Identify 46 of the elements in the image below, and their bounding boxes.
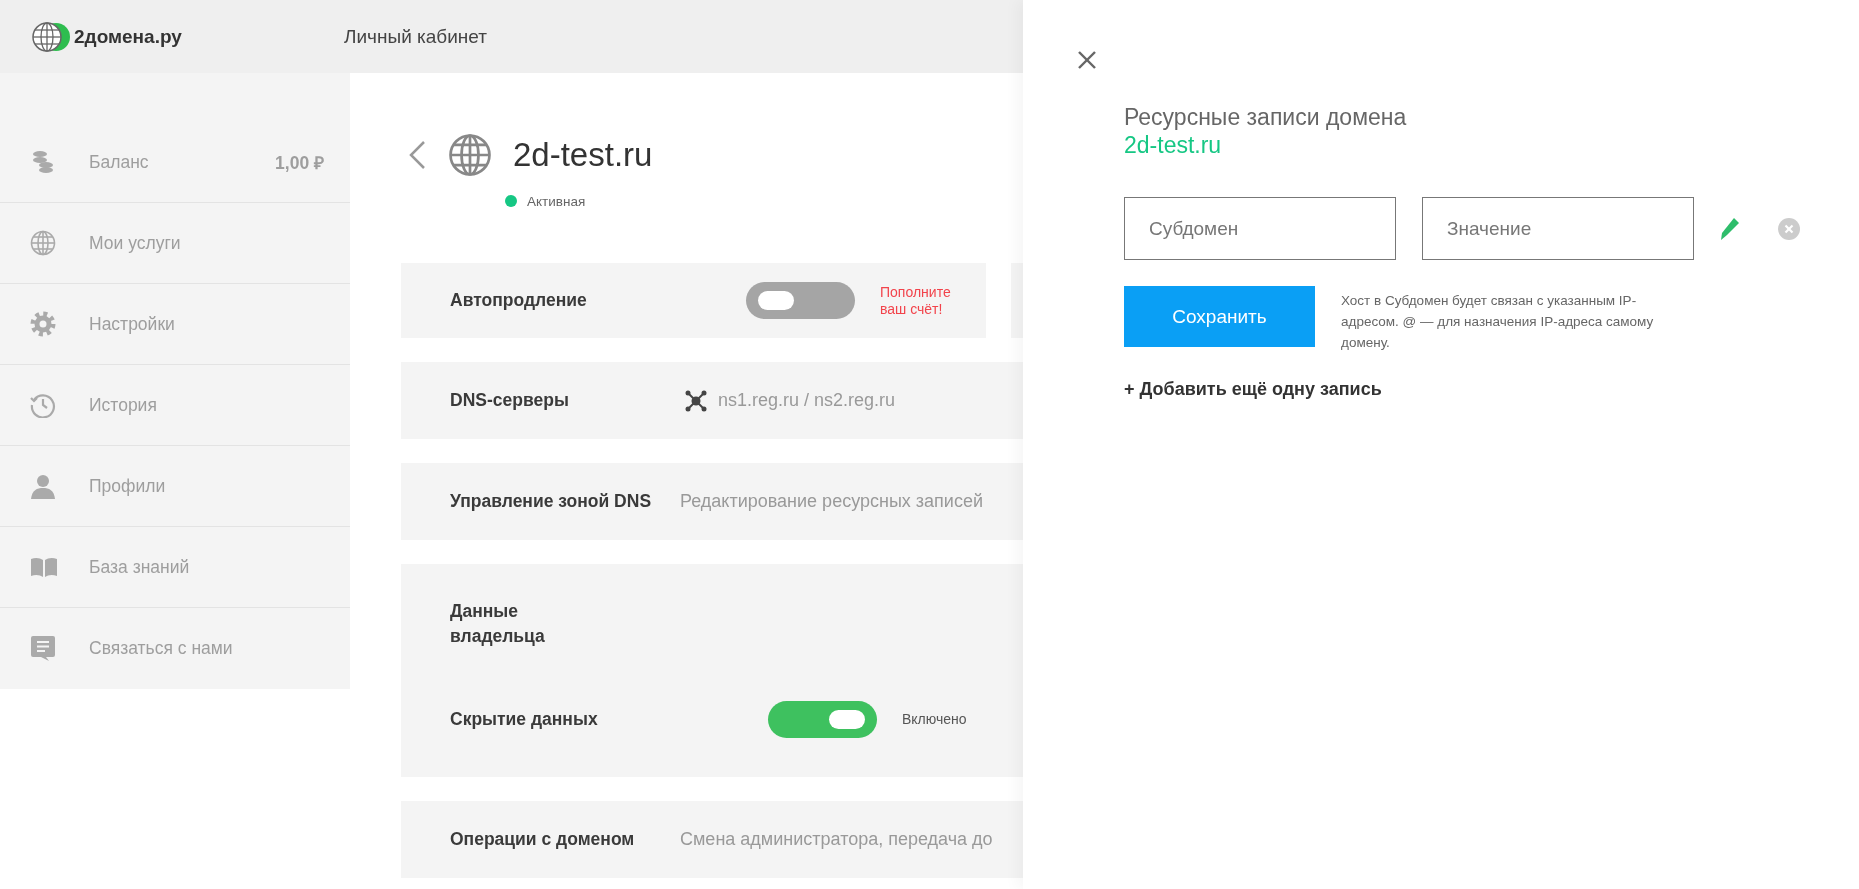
setting-label: Скрытие данных (450, 709, 599, 730)
person-icon (30, 473, 56, 499)
input-field[interactable]: Субдомен (1124, 197, 1396, 260)
panel-domain: 2d-test.ru (1124, 131, 1223, 159)
setting-label: Операции с доменом (450, 828, 636, 851)
chat-icon (30, 635, 56, 662)
logo-text[interactable]: 2домена.ру (74, 25, 182, 48)
setting-value: Редактирование ресурсных записей (680, 491, 983, 512)
network-icon (684, 388, 708, 413)
book-icon (30, 556, 58, 578)
status-text: Активная (527, 193, 586, 209)
setting-label: Данные владельца (450, 600, 546, 648)
globe-icon (30, 230, 56, 256)
panel-title: Ресурсные записи домена (1124, 103, 1408, 131)
toggle-switch[interactable] (746, 282, 855, 319)
toggle-note: Пополните ваш счёт! (880, 283, 952, 318)
setting-label: Автопродление (450, 289, 588, 312)
setting-label: DNS-серверы (450, 389, 570, 412)
close-icon[interactable] (1077, 50, 1097, 70)
coins-icon (30, 150, 56, 174)
sidebar-item[interactable]: Баланс 1,00 ₽ (0, 122, 350, 203)
add-record-link[interactable]: + Добавить ещё одну запись (1124, 379, 1382, 400)
hint-text: Хост в Субдомен будет связан с указанным IP-адресом. @ — для назначения IP-адреса самому домену. (1341, 292, 1655, 352)
sidebar-item[interactable]: Настройки (0, 284, 350, 365)
back-icon[interactable] (408, 140, 426, 170)
sidebar-item[interactable]: База знаний (0, 527, 350, 608)
balance-amount: 1,00 ₽ (275, 152, 324, 174)
toggle-note: Включено (902, 711, 968, 728)
pencil-icon[interactable] (1720, 216, 1740, 241)
setting-label: Управление зоной DNS (450, 490, 653, 513)
setting-value: ns1.reg.ru / ns2.reg.ru (718, 390, 896, 411)
domain-name: 2d-test.ru (513, 136, 653, 174)
toggle-switch[interactable] (768, 701, 877, 738)
settings-icon (30, 311, 56, 337)
page-title: Личный кабинет (344, 25, 487, 48)
sidebar-item[interactable]: Связаться с нами (0, 608, 350, 689)
sidebar-item[interactable]: Мои услуги (0, 203, 350, 284)
clear-icon[interactable] (1778, 217, 1800, 240)
setting-value: Смена администратора, передача до (680, 829, 993, 850)
sidebar-item[interactable]: История (0, 365, 350, 446)
history-icon (30, 392, 56, 418)
input-field[interactable]: Значение (1422, 197, 1694, 260)
globe-logo-icon[interactable] (32, 21, 72, 52)
globe-icon (448, 133, 492, 177)
sidebar-item[interactable]: Профили (0, 446, 350, 527)
save-button[interactable]: Сохранить (1124, 286, 1315, 347)
